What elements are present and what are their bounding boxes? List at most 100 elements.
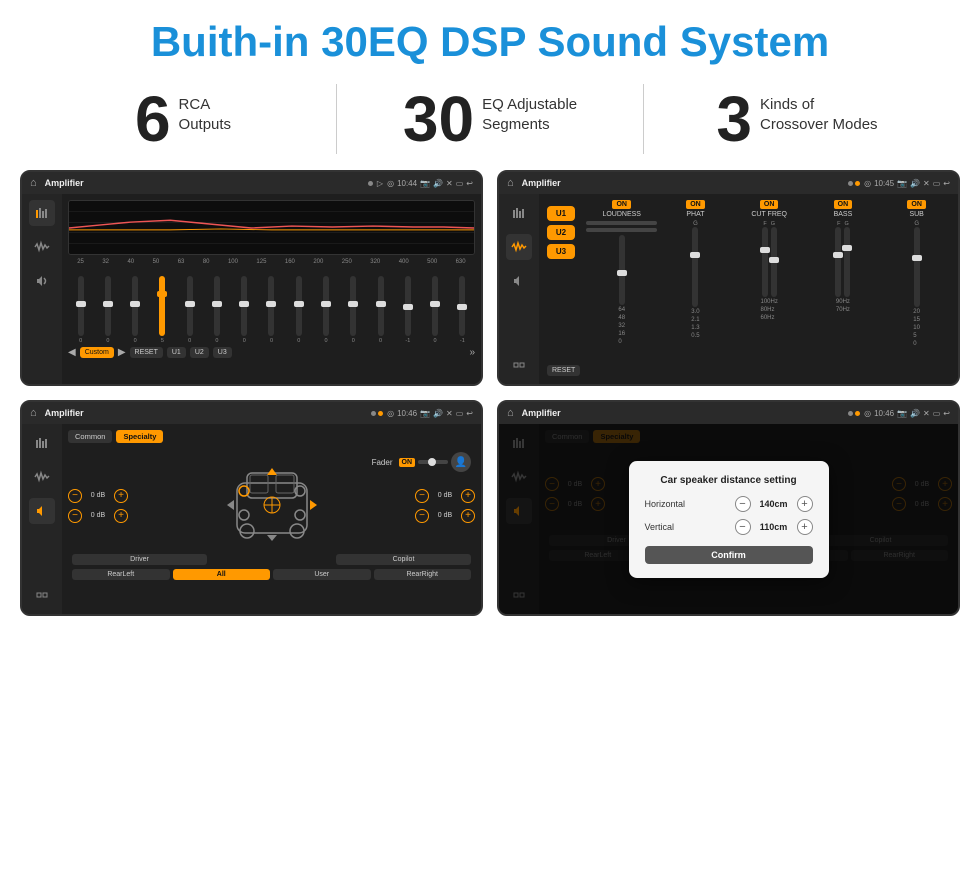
horizontal-plus[interactable]: +: [797, 496, 813, 512]
vol-rr-minus[interactable]: −: [415, 509, 429, 523]
eq-slider-1[interactable]: 0: [95, 276, 120, 344]
eq-u1-btn[interactable]: U1: [167, 347, 186, 358]
eq-icon[interactable]: [29, 200, 55, 226]
ch-phat: ON PHAT G 3.02.11.30.5: [660, 200, 731, 378]
eq-slider-7[interactable]: 0: [259, 276, 284, 344]
btn-driver[interactable]: Driver: [72, 554, 207, 565]
eq-slider-12[interactable]: -1: [395, 276, 420, 344]
eq-slider-0[interactable]: 0: [68, 276, 93, 344]
crossover-reset[interactable]: RESET: [547, 365, 580, 376]
bass-toggle[interactable]: ON: [834, 200, 853, 209]
vertical-minus[interactable]: −: [735, 519, 751, 535]
loudness-track[interactable]: [619, 235, 625, 305]
vol-rl-minus[interactable]: −: [68, 509, 82, 523]
location-icon: ◎: [387, 179, 394, 188]
screen-eq: ⌂ Amplifier ▷ ◎ 10:44 📷 🔊 ✕ ▭ ↩: [20, 170, 483, 386]
phat-track[interactable]: [692, 227, 698, 307]
vol-rr-plus[interactable]: +: [461, 509, 475, 523]
screen3-loc: ◎: [387, 409, 394, 418]
wave-icon[interactable]: [29, 234, 55, 260]
screen2-speaker-icon[interactable]: [506, 268, 532, 294]
btn-user[interactable]: User: [273, 569, 371, 580]
loudness-toggle[interactable]: ON: [612, 200, 631, 209]
eq-reset-btn[interactable]: RESET: [130, 347, 163, 358]
btn-rearleft[interactable]: RearLeft: [72, 569, 170, 580]
btn-all[interactable]: All: [173, 569, 271, 580]
screen3-vol: 🔊: [433, 409, 443, 418]
preset-u2[interactable]: U2: [547, 225, 575, 240]
screen3-win: ▭: [456, 409, 464, 418]
eq-prev-icon[interactable]: ◀: [68, 347, 76, 358]
screen2-vol: 🔊: [910, 179, 920, 188]
screen2-sidebar: [499, 194, 539, 384]
screen4-home[interactable]: ⌂: [507, 407, 514, 419]
tab-common[interactable]: Common: [68, 430, 112, 443]
eq-slider-3[interactable]: 5: [150, 276, 175, 344]
screen2-location: ◎: [864, 179, 871, 188]
fader-slider[interactable]: [418, 460, 448, 464]
vol-rl-plus[interactable]: +: [114, 509, 128, 523]
screen-distance: ⌂ Amplifier ◎ 10:46 📷 🔊 ✕ ▭ ↩: [497, 400, 960, 616]
screen3-time: 10:46: [397, 409, 417, 418]
vol-fr-minus[interactable]: −: [415, 489, 429, 503]
btn-rearright[interactable]: RearRight: [374, 569, 472, 580]
screen3-home[interactable]: ⌂: [30, 407, 37, 419]
home-icon[interactable]: ⌂: [30, 177, 37, 189]
vertical-plus[interactable]: +: [797, 519, 813, 535]
screen3-speaker-icon[interactable]: [29, 498, 55, 524]
preset-u1[interactable]: U1: [547, 206, 575, 221]
phat-toggle[interactable]: ON: [686, 200, 705, 209]
eq-slider-6[interactable]: 0: [232, 276, 257, 344]
screen-fader: ⌂ Amplifier ◎ 10:46 📷 🔊 ✕ ▭ ↩: [20, 400, 483, 616]
eq-u2-btn[interactable]: U2: [190, 347, 209, 358]
vol-fl-minus[interactable]: −: [68, 489, 82, 503]
screen2-eq-icon[interactable]: [506, 200, 532, 226]
confirm-button[interactable]: Confirm: [645, 546, 813, 564]
sub-track[interactable]: [914, 227, 920, 307]
sub-toggle[interactable]: ON: [907, 200, 926, 209]
eq-custom-btn[interactable]: Custom: [80, 347, 114, 358]
eq-slider-13[interactable]: 0: [422, 276, 447, 344]
bass-track-f[interactable]: [835, 227, 841, 297]
horizontal-minus[interactable]: −: [735, 496, 751, 512]
ch-cutfreq: ON CUT FREQ FG 100Hz80: [734, 200, 805, 378]
cutfreq-track-f[interactable]: [762, 227, 768, 297]
bass-tracks: [835, 227, 850, 297]
cutfreq-toggle[interactable]: ON: [760, 200, 779, 209]
eq-slider-14[interactable]: -1: [450, 276, 475, 344]
tab-specialty[interactable]: Specialty: [116, 430, 163, 443]
screen2-wave-icon[interactable]: [506, 234, 532, 260]
vol-fr-plus[interactable]: +: [461, 489, 475, 503]
screen3-eq-icon[interactable]: [29, 430, 55, 456]
vertical-control: − 110cm +: [735, 519, 813, 535]
bass-track-g[interactable]: [844, 227, 850, 297]
screen2-home-icon[interactable]: ⌂: [507, 177, 514, 189]
eq-next-icon[interactable]: ▶: [118, 347, 126, 358]
eq-slider-5[interactable]: 0: [204, 276, 229, 344]
expand-icon[interactable]: »: [469, 347, 475, 358]
eq-slider-4[interactable]: 0: [177, 276, 202, 344]
screen4-back: ↩: [943, 409, 950, 418]
fader-on-badge[interactable]: ON: [399, 458, 416, 467]
screen2-back: ↩: [943, 179, 950, 188]
eq-u3-btn[interactable]: U3: [213, 347, 232, 358]
screen4-vol: 🔊: [910, 409, 920, 418]
vol-fl-plus[interactable]: +: [114, 489, 128, 503]
eq-slider-9[interactable]: 0: [313, 276, 338, 344]
eq-slider-10[interactable]: 0: [341, 276, 366, 344]
screen2-expand-icon[interactable]: [506, 352, 532, 378]
eq-slider-8[interactable]: 0: [286, 276, 311, 344]
eq-slider-2[interactable]: 0: [123, 276, 148, 344]
volume-icon: 🔊: [433, 179, 443, 188]
screen3-expand-icon[interactable]: [29, 582, 55, 608]
screen3-back: ↩: [466, 409, 473, 418]
screen3-icons: ◎ 10:46 📷 🔊 ✕ ▭ ↩: [387, 409, 473, 418]
cutfreq-track-g[interactable]: [771, 227, 777, 297]
speaker-icon[interactable]: [29, 268, 55, 294]
screen3-wave-icon[interactable]: [29, 464, 55, 490]
eq-sliders: 0 0 0 5: [68, 269, 475, 344]
screen2-win: ▭: [933, 179, 941, 188]
btn-copilot[interactable]: Copilot: [336, 554, 471, 565]
preset-u3[interactable]: U3: [547, 244, 575, 259]
eq-slider-11[interactable]: 0: [368, 276, 393, 344]
